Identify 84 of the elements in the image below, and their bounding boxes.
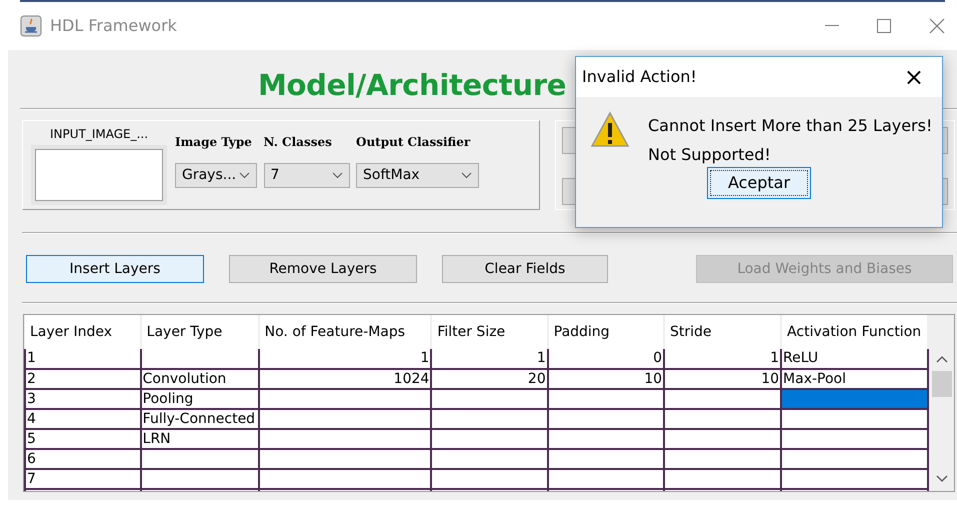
table-cell[interactable]	[664, 429, 782, 449]
image-label: INPUT_IMAGE_...	[50, 126, 148, 143]
close-icon[interactable]	[929, 18, 945, 34]
table-cell[interactable]	[781, 449, 928, 469]
dropdown[interactable]: 7	[264, 163, 350, 188]
dropdown[interactable]: Grays...	[175, 163, 257, 188]
table-cell[interactable]	[431, 409, 548, 429]
table-cell[interactable]	[781, 389, 928, 409]
table-cell[interactable]: 10	[664, 369, 782, 389]
table-cell[interactable]	[781, 409, 928, 429]
field-label: Image Type	[175, 134, 253, 151]
table-cell[interactable]: 2	[25, 369, 141, 389]
table-cell[interactable]	[431, 429, 548, 449]
table-cell[interactable]	[431, 469, 548, 489]
table-cell[interactable]: 20	[431, 369, 548, 389]
table-cell[interactable]	[258, 449, 432, 469]
action-button[interactable]: Clear Fields	[442, 255, 608, 283]
column-header[interactable]: Layer Type	[140, 315, 259, 349]
table-cell[interactable]	[140, 349, 259, 369]
dialog-message: Not Supported!	[648, 144, 772, 166]
table-cell[interactable]: 1	[25, 349, 141, 369]
table-cell[interactable]: 1024	[258, 369, 432, 389]
table-cell[interactable]: ReLU	[781, 349, 928, 369]
table-cell[interactable]	[140, 469, 259, 489]
field-label: Output Classifier	[356, 134, 472, 151]
table-cell[interactable]	[258, 469, 432, 489]
column-header[interactable]: Activation Function	[781, 315, 928, 349]
table-cell[interactable]	[664, 409, 782, 429]
table-cell[interactable]	[781, 469, 928, 489]
window-title: HDL Framework	[50, 15, 177, 37]
action-button[interactable]: Remove Layers	[229, 255, 417, 283]
table-cell[interactable]	[781, 429, 928, 449]
dialog-title: Invalid Action!	[582, 66, 697, 88]
table-cell[interactable]	[664, 389, 782, 409]
chevron-down-icon	[239, 172, 250, 179]
column-header[interactable]: No. of Feature-Maps	[258, 315, 432, 349]
column-header[interactable]: Padding	[548, 315, 664, 349]
dropdown[interactable]: SoftMax	[356, 163, 479, 188]
scrollbar-thumb[interactable]	[932, 371, 952, 397]
table-cell[interactable]	[140, 449, 259, 469]
table-cell[interactable]	[258, 409, 432, 429]
table-cell[interactable]	[548, 409, 664, 429]
column-header[interactable]: Layer Index	[25, 315, 141, 349]
table-cell[interactable]: 1	[431, 349, 548, 369]
minimize-icon[interactable]	[825, 25, 839, 27]
chevron-down-icon	[332, 172, 342, 179]
field-label: N. Classes	[264, 134, 333, 151]
dialog-message: Cannot Insert More than 25 Layers!	[648, 115, 932, 137]
table-cell[interactable]: 1	[664, 349, 782, 369]
close-button[interactable]: ×	[904, 65, 936, 89]
form-heading: Model/Architecture	[258, 68, 566, 102]
action-button[interactable]: Insert Layers	[26, 255, 204, 283]
maximize-icon[interactable]	[877, 19, 891, 33]
app-icon	[20, 15, 42, 37]
scroll-up-icon[interactable]	[936, 355, 948, 363]
table-cell[interactable]: 5	[25, 429, 141, 449]
column-header[interactable]: Stride	[664, 315, 782, 349]
table-cell[interactable]	[548, 469, 664, 489]
table-cell[interactable]	[258, 429, 432, 449]
column-header[interactable]: Filter Size	[431, 315, 548, 349]
table-cell[interactable]: Convolution	[140, 369, 259, 389]
ok-button[interactable]: Aceptar	[707, 167, 811, 199]
table-cell[interactable]: 1	[258, 349, 432, 369]
table-cell[interactable]: 7	[25, 469, 141, 489]
chevron-down-icon	[461, 172, 472, 179]
table-cell[interactable]: 4	[25, 409, 141, 429]
table-cell[interactable]	[258, 389, 432, 409]
table-cell[interactable]: Fully-Connected	[140, 409, 259, 429]
table-cell[interactable]	[548, 429, 664, 449]
table-cell[interactable]	[664, 449, 782, 469]
table-cell[interactable]	[664, 469, 782, 489]
table-cell[interactable]: 10	[548, 369, 664, 389]
table-cell[interactable]: 6	[25, 449, 141, 469]
table-cell[interactable]	[548, 449, 664, 469]
warning-icon	[590, 111, 630, 149]
table-cell[interactable]	[431, 449, 548, 469]
table-cell[interactable]: 0	[548, 349, 664, 369]
table-cell[interactable]	[548, 389, 664, 409]
table-cell[interactable]: LRN	[140, 429, 259, 449]
scroll-down-icon[interactable]	[936, 475, 948, 483]
table-cell[interactable]: Pooling	[140, 389, 259, 409]
table-cell[interactable]: Max-Pool	[781, 369, 928, 389]
table-cell[interactable]: 3	[25, 389, 141, 409]
table-cell[interactable]	[431, 389, 548, 409]
